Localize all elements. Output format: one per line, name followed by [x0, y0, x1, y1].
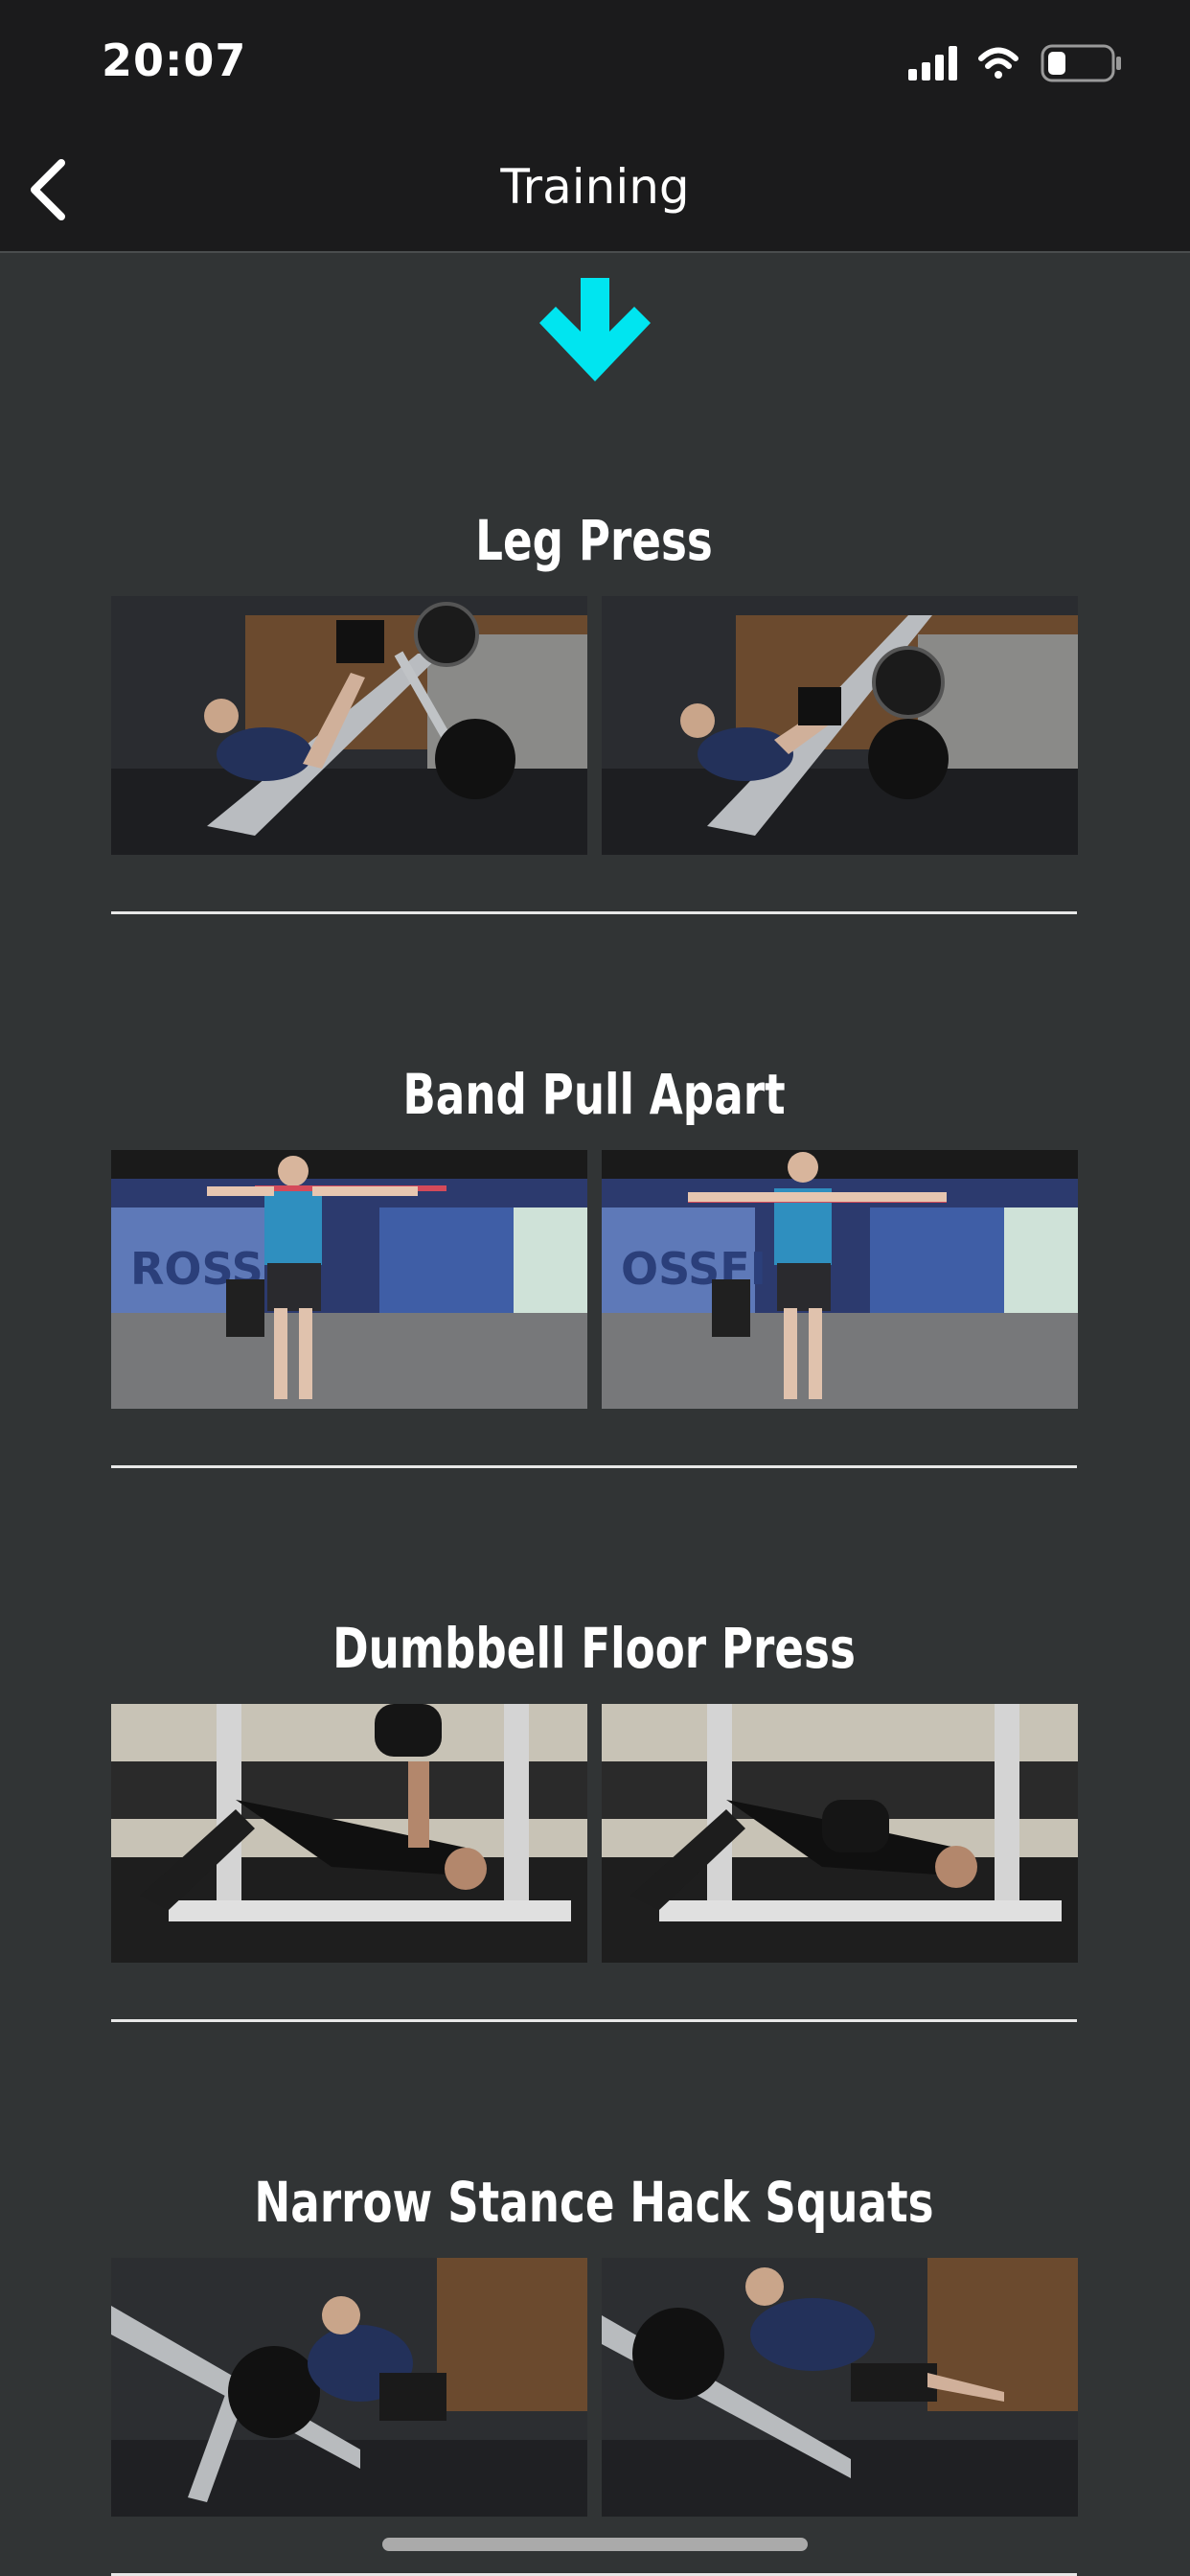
exercise-photo-end[interactable] [602, 2258, 1078, 2517]
nav-bar: Training [0, 125, 1190, 253]
page-title: Training [500, 159, 690, 215]
exercise-title: Narrow Stance Hack Squats [254, 2170, 934, 2235]
status-icons [908, 42, 1129, 84]
exercise-photos [111, 1704, 1078, 1963]
status-bar: 20:07 [0, 0, 1190, 125]
divider [111, 2019, 1077, 2022]
arrow-down-icon [536, 278, 654, 395]
divider [111, 1465, 1077, 1468]
status-time: 20:07 [102, 34, 247, 86]
exercise-photo-start[interactable] [111, 1704, 587, 1963]
home-indicator[interactable] [382, 2538, 808, 2551]
battery-icon [1041, 44, 1121, 82]
exercise-photo-start[interactable] [111, 2258, 587, 2517]
exercise-photos [111, 596, 1078, 855]
exercise-title: Leg Press [475, 508, 713, 573]
exercise-photo-start[interactable]: ROSSFI [111, 1150, 587, 1409]
exercise-photo-end[interactable] [602, 596, 1078, 855]
exercise-photo-end[interactable] [602, 1704, 1078, 1963]
exercise-photo-start[interactable] [111, 596, 587, 855]
exercise-photos [111, 2258, 1078, 2517]
exercise-title: Dumbbell Floor Press [332, 1616, 856, 1681]
exercise-photo-end[interactable]: OSSFI [602, 1150, 1078, 1409]
cellular-signal-icon [908, 46, 957, 80]
wifi-icon [978, 47, 1018, 79]
divider [111, 911, 1077, 914]
exercise-title: Band Pull Apart [402, 1062, 786, 1127]
exercise-photos: ROSSFI OSSFI [111, 1150, 1078, 1409]
